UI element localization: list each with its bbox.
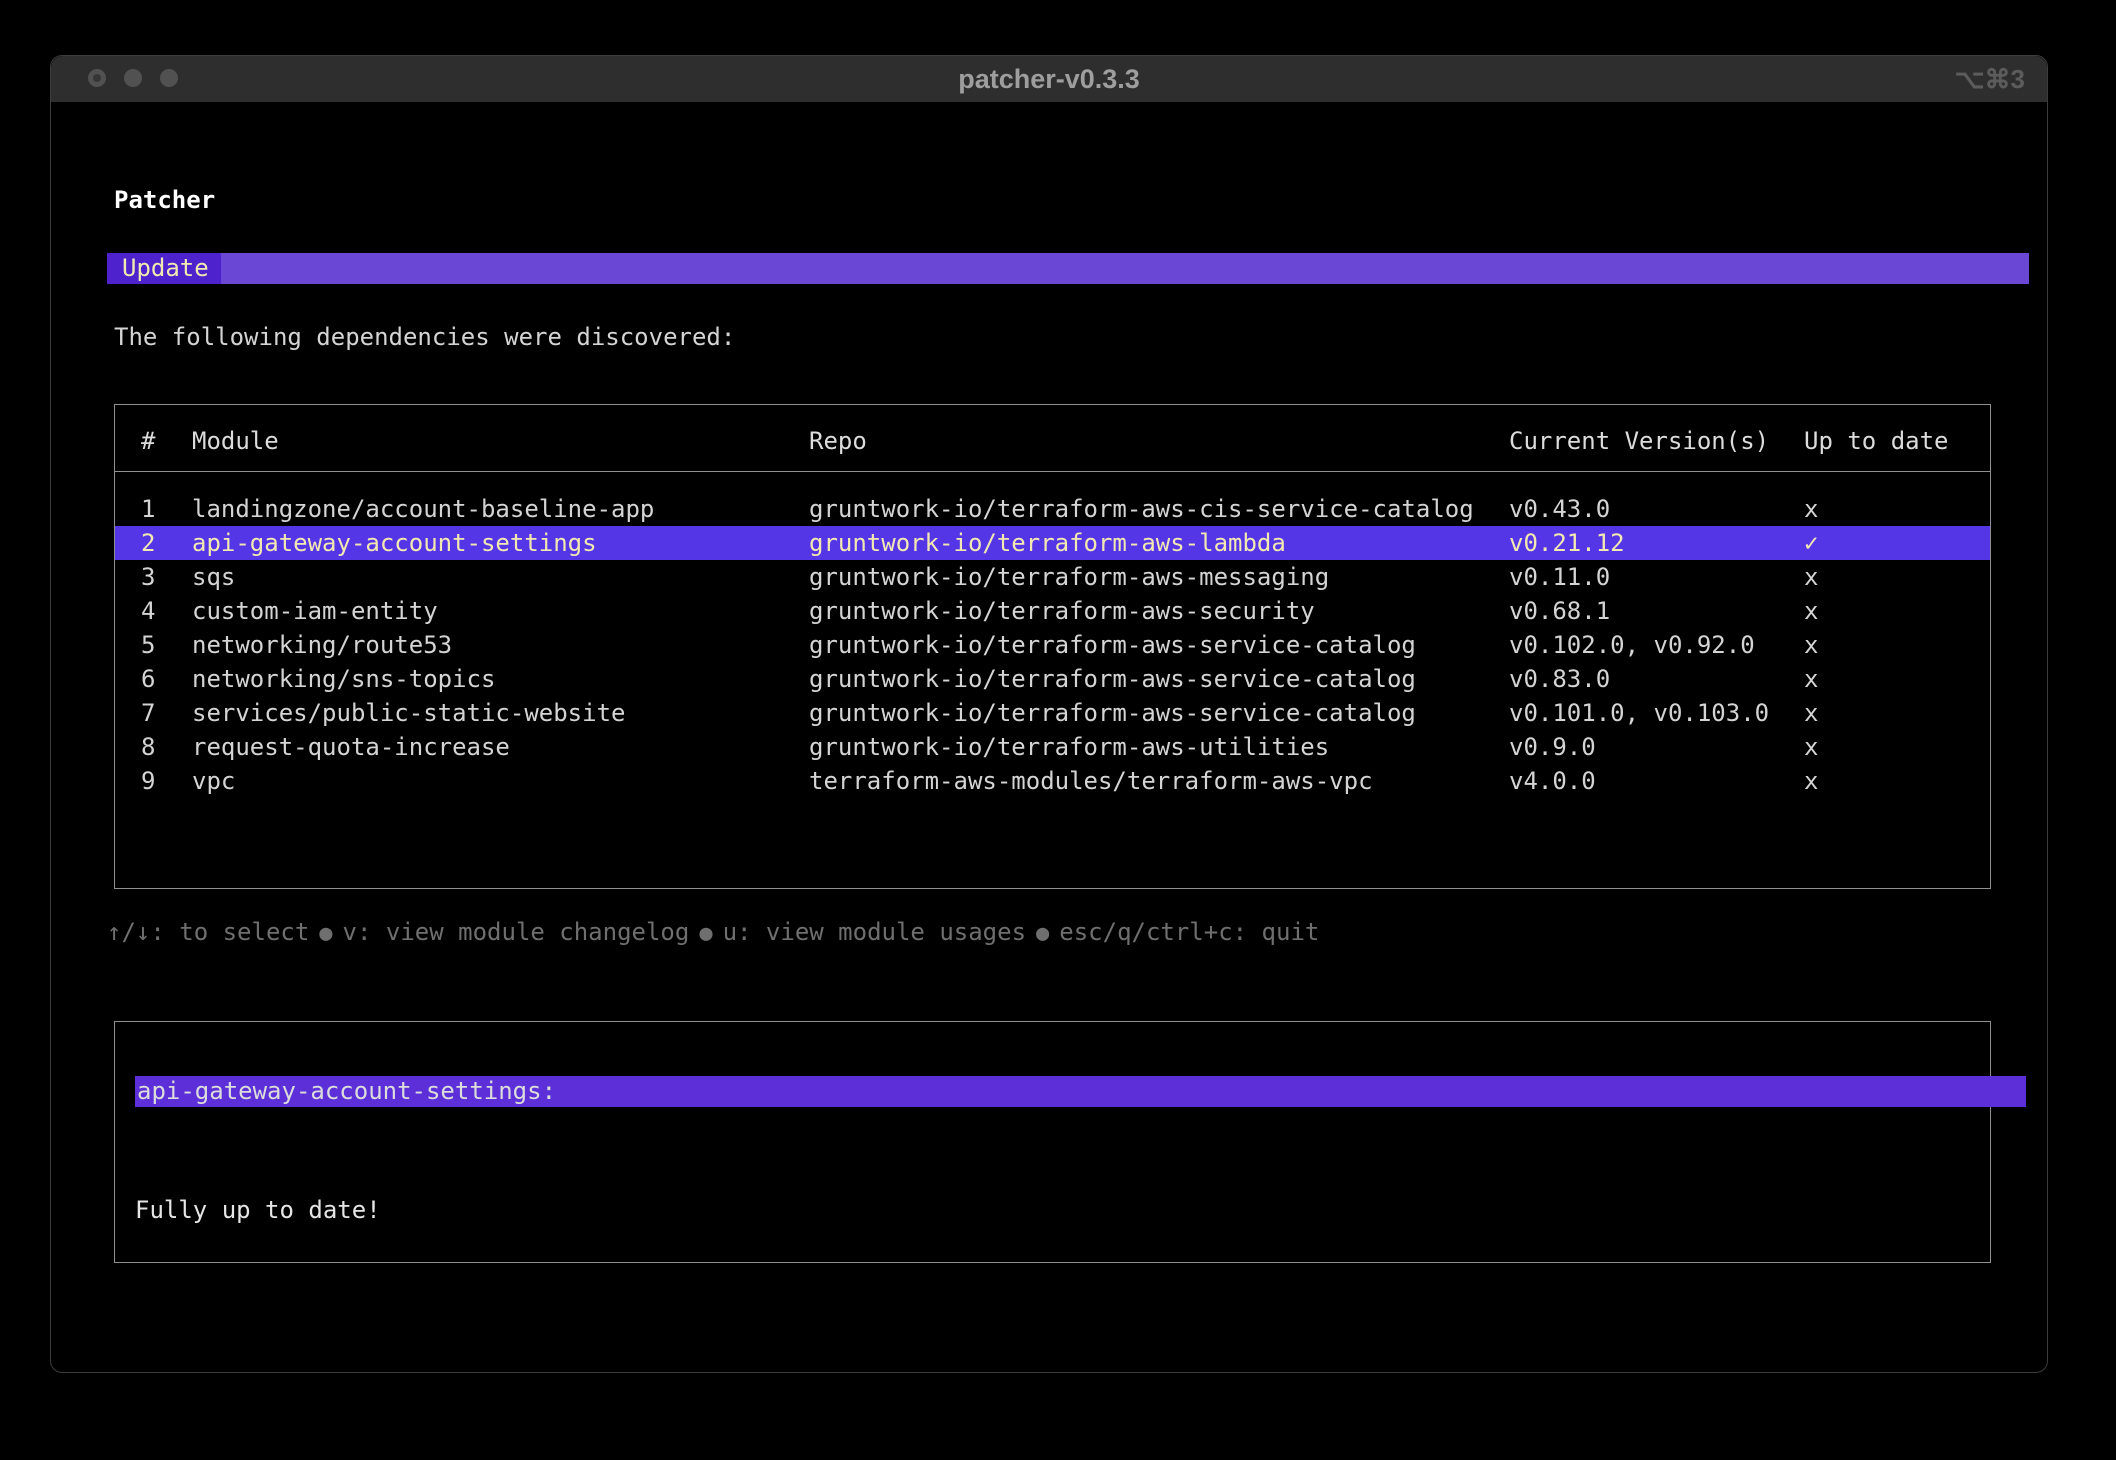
- bullet-separator: ●: [1036, 921, 1049, 946]
- page-title: Patcher: [114, 186, 215, 214]
- row-version: v0.11.0: [1509, 560, 1804, 594]
- row-version: v0.102.0, v0.92.0: [1509, 628, 1804, 662]
- row-module: networking/route53: [192, 628, 809, 662]
- table-row[interactable]: 1 landingzone/account-baseline-app grunt…: [115, 492, 1990, 526]
- intro-text: The following dependencies were discover…: [114, 323, 735, 351]
- module-detail-panel: [114, 1021, 1991, 1263]
- dependencies-table: # Module Repo Current Version(s) Up to d…: [114, 404, 1991, 889]
- row-uptodate-flag: x: [1804, 560, 1990, 594]
- row-uptodate-flag: x: [1804, 628, 1990, 662]
- table-row[interactable]: 6 networking/sns-topics gruntwork-io/ter…: [115, 662, 1990, 696]
- row-repo: gruntwork-io/terraform-aws-service-catal…: [809, 628, 1509, 662]
- module-detail-message: Fully up to date!: [135, 1196, 381, 1224]
- table-row[interactable]: 2 api-gateway-account-settings gruntwork…: [115, 526, 1990, 560]
- table-row[interactable]: 7 services/public-static-website gruntwo…: [115, 696, 1990, 730]
- row-version: v0.9.0: [1509, 730, 1804, 764]
- module-detail-title: api-gateway-account-settings:: [135, 1076, 2026, 1107]
- row-num: 6: [141, 662, 192, 696]
- tab-bar: Update: [107, 253, 2029, 284]
- row-num: 9: [141, 764, 192, 798]
- row-num: 2: [141, 526, 192, 560]
- row-num: 8: [141, 730, 192, 764]
- table-body: 1 landingzone/account-baseline-app grunt…: [115, 492, 1990, 798]
- row-module: networking/sns-topics: [192, 662, 809, 696]
- help-usages: u: view module usages: [723, 918, 1026, 946]
- col-repo: Repo: [809, 427, 1509, 471]
- table-row[interactable]: 5 networking/route53 gruntwork-io/terraf…: [115, 628, 1990, 662]
- row-num: 1: [141, 492, 192, 526]
- screen: patcher-v0.3.3 ⌥⌘3 Patcher Update The fo…: [0, 0, 2116, 1460]
- row-uptodate-flag: x: [1804, 696, 1990, 730]
- row-version: v0.21.12: [1509, 526, 1804, 560]
- row-version: v0.43.0: [1509, 492, 1804, 526]
- row-uptodate-flag: x: [1804, 764, 1990, 798]
- row-repo: gruntwork-io/terraform-aws-messaging: [809, 560, 1509, 594]
- row-version: v0.83.0: [1509, 662, 1804, 696]
- row-module: api-gateway-account-settings: [192, 526, 809, 560]
- row-num: 3: [141, 560, 192, 594]
- help-select: ↑/↓: to select: [107, 918, 309, 946]
- table-header: # Module Repo Current Version(s) Up to d…: [115, 405, 1990, 472]
- row-uptodate-flag: x: [1804, 730, 1990, 764]
- tab-update[interactable]: Update: [107, 253, 221, 284]
- row-version: v0.101.0, v0.103.0: [1509, 696, 1804, 730]
- row-module: vpc: [192, 764, 809, 798]
- row-uptodate-flag: x: [1804, 594, 1990, 628]
- window-titlebar: patcher-v0.3.3 ⌥⌘3: [51, 56, 2047, 102]
- row-repo: gruntwork-io/terraform-aws-service-catal…: [809, 696, 1509, 730]
- help-bar: ↑/↓: to select ● v: view module changelog ●…: [107, 918, 1319, 946]
- row-repo: gruntwork-io/terraform-aws-security: [809, 594, 1509, 628]
- table-row[interactable]: 4 custom-iam-entity gruntwork-io/terrafo…: [115, 594, 1990, 628]
- window-shortcut-badge: ⌥⌘3: [1955, 56, 2025, 102]
- table-row[interactable]: 8 request-quota-increase gruntwork-io/te…: [115, 730, 1990, 764]
- col-module: Module: [192, 427, 809, 471]
- col-version: Current Version(s): [1509, 427, 1804, 471]
- row-version: v4.0.0: [1509, 764, 1804, 798]
- row-repo: gruntwork-io/terraform-aws-utilities: [809, 730, 1509, 764]
- row-module: request-quota-increase: [192, 730, 809, 764]
- help-quit: esc/q/ctrl+c: quit: [1059, 918, 1319, 946]
- row-uptodate-flag: x: [1804, 492, 1990, 526]
- col-uptodate: Up to date: [1804, 427, 1990, 471]
- row-uptodate-flag: x: [1804, 662, 1990, 696]
- row-module: landingzone/account-baseline-app: [192, 492, 809, 526]
- terminal-window: patcher-v0.3.3 ⌥⌘3 Patcher Update The fo…: [50, 55, 2048, 1373]
- row-num: 5: [141, 628, 192, 662]
- table-row[interactable]: 9 vpc terraform-aws-modules/terraform-aw…: [115, 764, 1990, 798]
- row-repo: terraform-aws-modules/terraform-aws-vpc: [809, 764, 1509, 798]
- row-repo: gruntwork-io/terraform-aws-service-catal…: [809, 662, 1509, 696]
- row-version: v0.68.1: [1509, 594, 1804, 628]
- row-uptodate-flag: ✓: [1804, 526, 1990, 560]
- col-num: #: [141, 427, 192, 471]
- bullet-separator: ●: [699, 921, 712, 946]
- row-repo: gruntwork-io/terraform-aws-lambda: [809, 526, 1509, 560]
- bullet-separator: ●: [319, 921, 332, 946]
- help-changelog: v: view module changelog: [343, 918, 690, 946]
- row-module: custom-iam-entity: [192, 594, 809, 628]
- row-num: 4: [141, 594, 192, 628]
- row-module: sqs: [192, 560, 809, 594]
- row-num: 7: [141, 696, 192, 730]
- row-module: services/public-static-website: [192, 696, 809, 730]
- row-repo: gruntwork-io/terraform-aws-cis-service-c…: [809, 492, 1509, 526]
- table-row[interactable]: 3 sqs gruntwork-io/terraform-aws-messagi…: [115, 560, 1990, 594]
- window-title: patcher-v0.3.3: [51, 56, 2047, 102]
